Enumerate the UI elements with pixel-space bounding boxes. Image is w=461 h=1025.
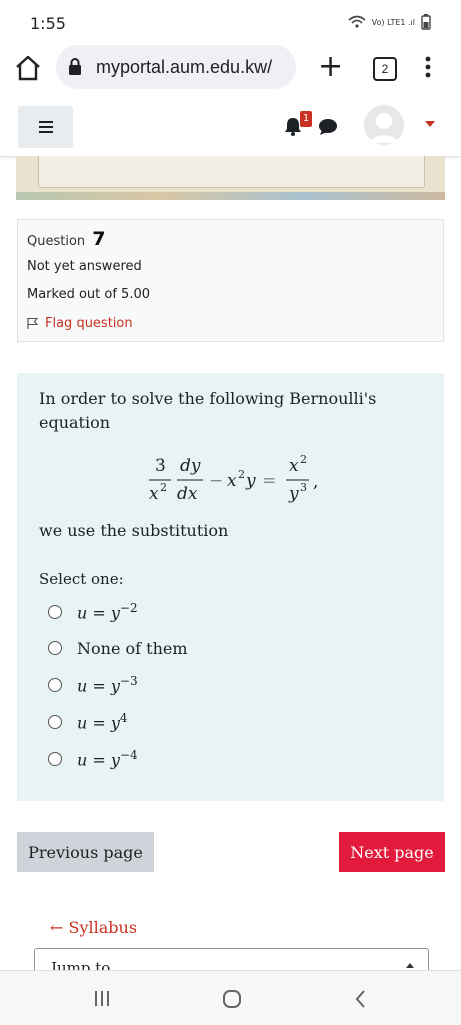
menu-toggle-button[interactable]	[18, 106, 73, 148]
home-nav-icon[interactable]	[222, 989, 242, 1009]
svg-text:x: x	[289, 456, 299, 476]
svg-text:2: 2	[238, 468, 245, 481]
svg-text:dx: dx	[177, 484, 198, 504]
course-banner-image	[16, 156, 445, 200]
notification-badge: 1	[300, 111, 312, 127]
svg-text:3: 3	[300, 481, 307, 494]
home-icon[interactable]	[14, 55, 42, 81]
radio-button[interactable]	[48, 715, 62, 729]
bernoulli-equation: 3 x2 dy dx − x2 y = x2 y3 ,	[149, 453, 318, 504]
substitution-text: we use the substitution	[39, 521, 229, 540]
svg-text:x: x	[227, 471, 237, 491]
status-icons: Vo) LTE1 .ıl	[348, 14, 431, 30]
radio-button[interactable]	[48, 605, 62, 619]
more-options-icon[interactable]	[424, 55, 432, 79]
user-avatar[interactable]	[364, 105, 404, 145]
svg-text:2: 2	[300, 453, 307, 466]
back-icon[interactable]	[354, 989, 366, 1009]
answer-option[interactable]: u = y4	[48, 709, 128, 735]
recent-apps-icon[interactable]	[94, 990, 110, 1007]
question-formulation: In order to solve the following Bernoull…	[17, 373, 444, 801]
svg-text:2: 2	[160, 481, 167, 494]
url-text: myportal.aum.edu.kw/	[96, 57, 273, 77]
status-time: 1:55	[30, 14, 66, 33]
status-bar: 1:55 Vo) LTE1 .ıl	[0, 0, 461, 48]
user-icon	[370, 113, 398, 143]
answer-option[interactable]: u = y−4	[48, 746, 138, 772]
select-arrow-icon	[406, 963, 414, 968]
user-menu-caret-icon[interactable]	[425, 121, 435, 127]
question-state: Not yet answered	[27, 259, 142, 274]
previous-page-button[interactable]: Previous page	[17, 832, 154, 872]
site-navbar: 1	[0, 100, 461, 157]
chat-icon[interactable]	[318, 118, 338, 136]
question-text: In order to solve the following Bernoull…	[39, 389, 377, 432]
radio-button[interactable]	[48, 752, 62, 766]
lock-icon	[69, 58, 81, 75]
wifi-icon	[348, 15, 366, 28]
answer-option[interactable]: u = y−2	[48, 599, 138, 625]
question-grade: Marked out of 5.00	[27, 287, 151, 302]
svg-text:x: x	[149, 484, 159, 504]
svg-text:=: =	[262, 471, 276, 491]
svg-text:dy: dy	[180, 456, 201, 476]
network-label: Vo) LTE1 .ıl	[371, 17, 415, 27]
url-field[interactable]: myportal.aum.edu.kw/	[56, 45, 296, 89]
flag-question-link[interactable]: Flag question	[27, 316, 133, 331]
svg-text:−: −	[209, 471, 223, 491]
syllabus-link[interactable]: ← Syllabus	[50, 918, 137, 937]
question-number: Question 7	[27, 228, 106, 250]
svg-text:3: 3	[155, 456, 166, 476]
radio-button[interactable]	[48, 641, 62, 655]
select-one-prompt: Select one:	[39, 570, 124, 588]
svg-text:y: y	[288, 484, 299, 504]
system-navigation-bar	[0, 970, 461, 1025]
svg-text:,: ,	[313, 472, 318, 492]
tab-switcher-button[interactable]: 2	[373, 57, 397, 81]
answer-option[interactable]: u = y−3	[48, 672, 138, 698]
new-tab-button[interactable]: +	[318, 52, 343, 82]
radio-button[interactable]	[48, 678, 62, 692]
battery-icon	[421, 14, 431, 30]
answer-option[interactable]: None of them	[48, 635, 188, 661]
flag-icon	[27, 317, 39, 329]
svg-text:y: y	[245, 471, 256, 491]
next-page-button[interactable]: Next page	[339, 832, 445, 872]
question-info: Question 7 Not yet answered Marked out o…	[17, 219, 444, 342]
